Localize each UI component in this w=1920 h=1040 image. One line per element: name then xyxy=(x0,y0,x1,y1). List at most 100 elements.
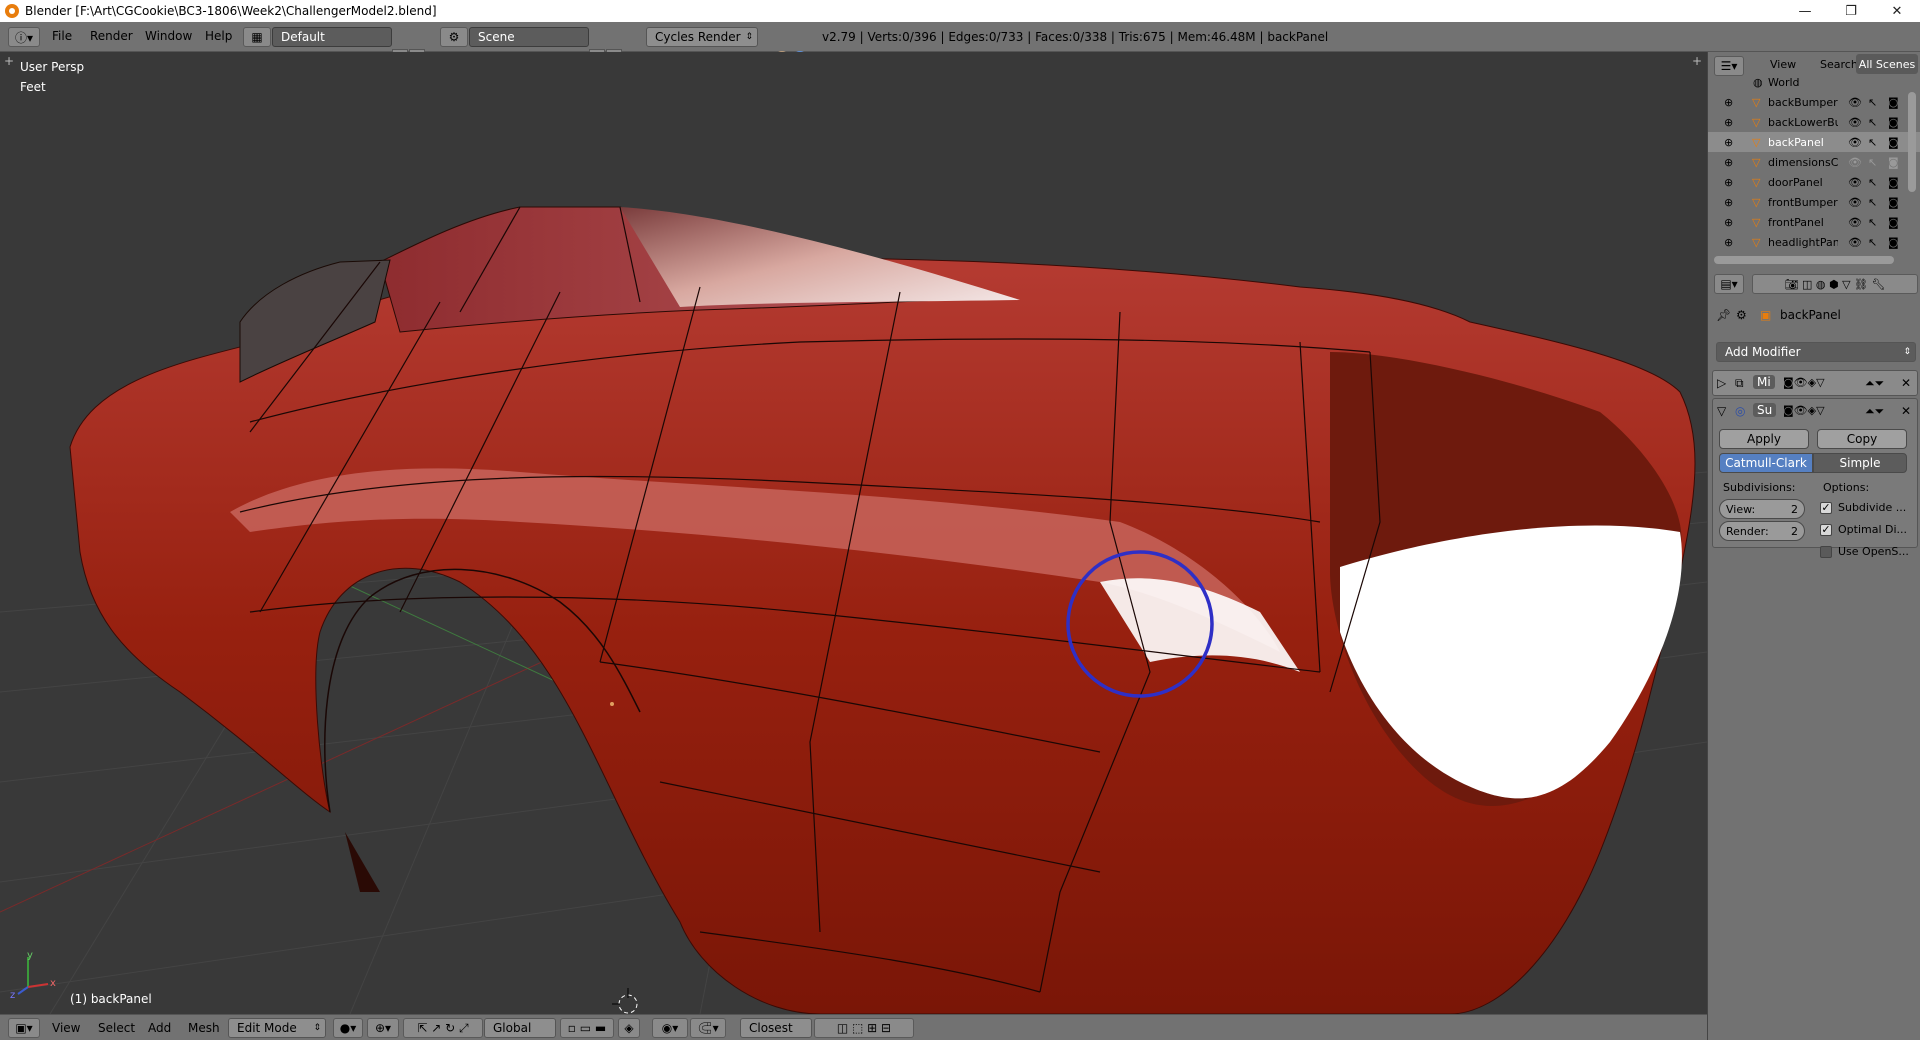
outliner-item-backbumper[interactable]: backBumperPa xyxy=(1768,96,1838,109)
render-icons[interactable]: ◫ ⬚ ⊞ ⊟ xyxy=(814,1018,914,1038)
screen-layout-icon[interactable]: ▦ xyxy=(243,27,271,47)
menu-view[interactable]: View xyxy=(52,1021,80,1035)
selectable-arrow-icon[interactable]: ↖ xyxy=(1868,96,1877,109)
select-mode-icons[interactable]: ▫ ▭ ▬ xyxy=(560,1018,614,1038)
editor-type-outliner-icon[interactable]: ☰▾ xyxy=(1714,56,1744,76)
modifier-subsurf-name[interactable]: Su xyxy=(1753,403,1777,417)
render-camera-icon[interactable]: ◙ xyxy=(1888,196,1899,209)
add-modifier-dropdown[interactable]: Add Modifier ⇕ xyxy=(1716,342,1916,362)
expand-icon[interactable]: ⊕ xyxy=(1724,136,1733,149)
render-camera-icon[interactable]: ◙ xyxy=(1888,236,1899,249)
outliner-vertical-scrollbar[interactable] xyxy=(1908,92,1916,192)
render-camera-icon[interactable]: ◙ xyxy=(1888,116,1899,129)
editor-type-properties-icon[interactable]: ▤▾ xyxy=(1714,274,1744,294)
visibility-eye-icon[interactable]: 👁︎ xyxy=(1848,196,1862,209)
expand-icon[interactable]: ⊕ xyxy=(1724,196,1733,209)
modifier-mirror-header[interactable]: ▷ ⧉ Mi ◙👁︎◈▽ ⏶⏷ ✕ xyxy=(1712,370,1918,396)
visibility-eye-icon[interactable]: 👁︎ xyxy=(1848,136,1862,149)
car-model-mesh[interactable] xyxy=(69,206,1696,1014)
modifier-mirror-name[interactable]: Mi xyxy=(1753,375,1775,389)
visibility-eye-icon[interactable]: 👁︎ xyxy=(1848,236,1862,249)
outliner-item-world[interactable]: World xyxy=(1768,78,1838,89)
menu-add[interactable]: Add xyxy=(148,1021,171,1035)
viewport-canvas[interactable] xyxy=(0,52,1707,1014)
use-opensubdiv-checkbox[interactable] xyxy=(1820,546,1832,558)
scene-field[interactable]: Scene xyxy=(469,27,589,47)
render-camera-icon[interactable]: ◙ xyxy=(1888,136,1899,149)
maximize-button[interactable]: ❐ xyxy=(1828,0,1874,22)
render-engine-dropdown[interactable]: Cycles Render ⇕ xyxy=(646,27,758,47)
render-camera-icon[interactable]: ◙ xyxy=(1888,96,1899,109)
layout-field[interactable]: Default xyxy=(272,27,392,47)
snap-target-dropdown[interactable]: Closest xyxy=(740,1018,812,1038)
outliner-item-frontbumper[interactable]: frontBumperPa xyxy=(1768,196,1838,209)
render-subdivisions-field[interactable]: Render: 2 xyxy=(1719,521,1805,541)
properties-context-tabs[interactable]: 📷︎ ◫ ◍ ⬢ ▽ ⛓ 🔧︎ xyxy=(1752,274,1918,294)
expand-icon[interactable]: ⊕ xyxy=(1724,96,1733,109)
expand-icon[interactable]: ⊕ xyxy=(1724,216,1733,229)
selectable-arrow-icon[interactable]: ↖ xyxy=(1868,116,1877,129)
viewport-corner-plus-icon[interactable]: + xyxy=(4,54,14,68)
visibility-eye-icon[interactable]: 👁︎ xyxy=(1848,176,1862,189)
move-updown-icon[interactable]: ⏶⏷ xyxy=(1865,404,1884,419)
mode-dropdown[interactable]: Edit Mode ⇕ xyxy=(228,1018,326,1038)
proportional-edit-icon[interactable]: ◉▾ xyxy=(652,1018,688,1038)
outliner-filter-all-scenes[interactable]: All Scenes xyxy=(1856,54,1918,74)
selectable-arrow-icon[interactable]: ↖ xyxy=(1868,236,1877,249)
selectable-arrow-icon[interactable]: ↖ xyxy=(1868,196,1877,209)
outliner-item-frontpanel[interactable]: frontPanel xyxy=(1768,216,1838,229)
outliner-item-doorpanel[interactable]: doorPanel xyxy=(1768,176,1838,189)
remove-modifier-icon[interactable]: ✕ xyxy=(1901,376,1911,390)
3d-viewport[interactable]: User Persp Feet + + (1) backPanel x y z xyxy=(0,52,1707,1014)
expand-arrow-icon[interactable]: ▷ xyxy=(1717,376,1726,390)
selectable-arrow-icon[interactable]: ↖ xyxy=(1868,156,1877,169)
menu-mesh[interactable]: Mesh xyxy=(188,1021,220,1035)
menu-file[interactable]: File xyxy=(52,29,72,43)
selectable-arrow-icon[interactable]: ↖ xyxy=(1868,136,1877,149)
outliner-item-dimensions[interactable]: dimensionsChe xyxy=(1768,156,1838,169)
outliner-item-headlightpanel[interactable]: headlightPanel xyxy=(1768,236,1838,249)
collapse-arrow-icon[interactable]: ▽ xyxy=(1717,404,1726,418)
visibility-eye-icon[interactable]: 👁︎ xyxy=(1848,216,1862,229)
catmull-clark-toggle[interactable]: Catmull-Clark xyxy=(1719,453,1813,473)
modifier-visibility-icons[interactable]: ◙👁︎◈▽ xyxy=(1783,376,1825,389)
outliner-tab-view[interactable]: View xyxy=(1770,58,1796,71)
optimal-display-checkbox[interactable]: ✓ xyxy=(1820,524,1832,536)
modifier-subsurf-header[interactable]: ▽ ◎ Su ◙👁︎◈▽ ⏶⏷ ✕ xyxy=(1713,399,1917,425)
selectable-arrow-icon[interactable]: ↖ xyxy=(1868,176,1877,189)
editor-type-3dview-icon[interactable]: ▣▾ xyxy=(8,1018,40,1038)
visibility-eye-icon[interactable]: 👁︎ xyxy=(1848,156,1862,169)
menu-help[interactable]: Help xyxy=(205,29,232,43)
expand-icon[interactable]: ⊕ xyxy=(1724,156,1733,169)
modifier-visibility-icons[interactable]: ◙👁︎◈▽ xyxy=(1783,404,1825,417)
shading-solid-icon[interactable]: ●▾ xyxy=(333,1018,363,1038)
snap-icon[interactable]: 🧲︎▾ xyxy=(690,1018,726,1038)
selectable-arrow-icon[interactable]: ↖ xyxy=(1868,216,1877,229)
menu-window[interactable]: Window xyxy=(145,29,192,43)
simple-toggle[interactable]: Simple xyxy=(1813,453,1907,473)
occlude-icon[interactable]: ◈ xyxy=(618,1018,640,1038)
visibility-eye-icon[interactable]: 👁︎ xyxy=(1848,96,1862,109)
render-camera-icon[interactable]: ◙ xyxy=(1888,156,1899,169)
menu-select[interactable]: Select xyxy=(98,1021,135,1035)
subdivide-uvs-checkbox[interactable]: ✓ xyxy=(1820,502,1832,514)
pivot-icon[interactable]: ⊕▾ xyxy=(367,1018,399,1038)
visibility-eye-icon[interactable]: 👁︎ xyxy=(1848,116,1862,129)
render-camera-icon[interactable]: ◙ xyxy=(1888,216,1899,229)
view-subdivisions-field[interactable]: View: 2 xyxy=(1719,499,1805,519)
expand-icon[interactable]: ⊕ xyxy=(1724,236,1733,249)
expand-icon[interactable]: ⊕ xyxy=(1724,116,1733,129)
expand-icon[interactable]: ⊕ xyxy=(1724,176,1733,189)
menu-render[interactable]: Render xyxy=(90,29,133,43)
editor-type-info-icon[interactable]: ⓘ▾ xyxy=(8,27,40,47)
pin-icon[interactable]: 📌︎ xyxy=(1716,308,1731,322)
render-camera-icon[interactable]: ◙ xyxy=(1888,176,1899,189)
outliner-horizontal-scrollbar[interactable] xyxy=(1714,256,1894,264)
minimize-button[interactable]: — xyxy=(1782,0,1828,22)
scene-icon[interactable]: ⚙ xyxy=(440,27,468,47)
move-updown-icon[interactable]: ⏶⏷ xyxy=(1865,376,1884,391)
manipulator-icons[interactable]: ⇱ ↗ ↻ ⤢ xyxy=(403,1018,483,1038)
remove-modifier-icon[interactable]: ✕ xyxy=(1901,404,1911,418)
apply-button[interactable]: Apply xyxy=(1719,429,1809,449)
copy-button[interactable]: Copy xyxy=(1817,429,1907,449)
